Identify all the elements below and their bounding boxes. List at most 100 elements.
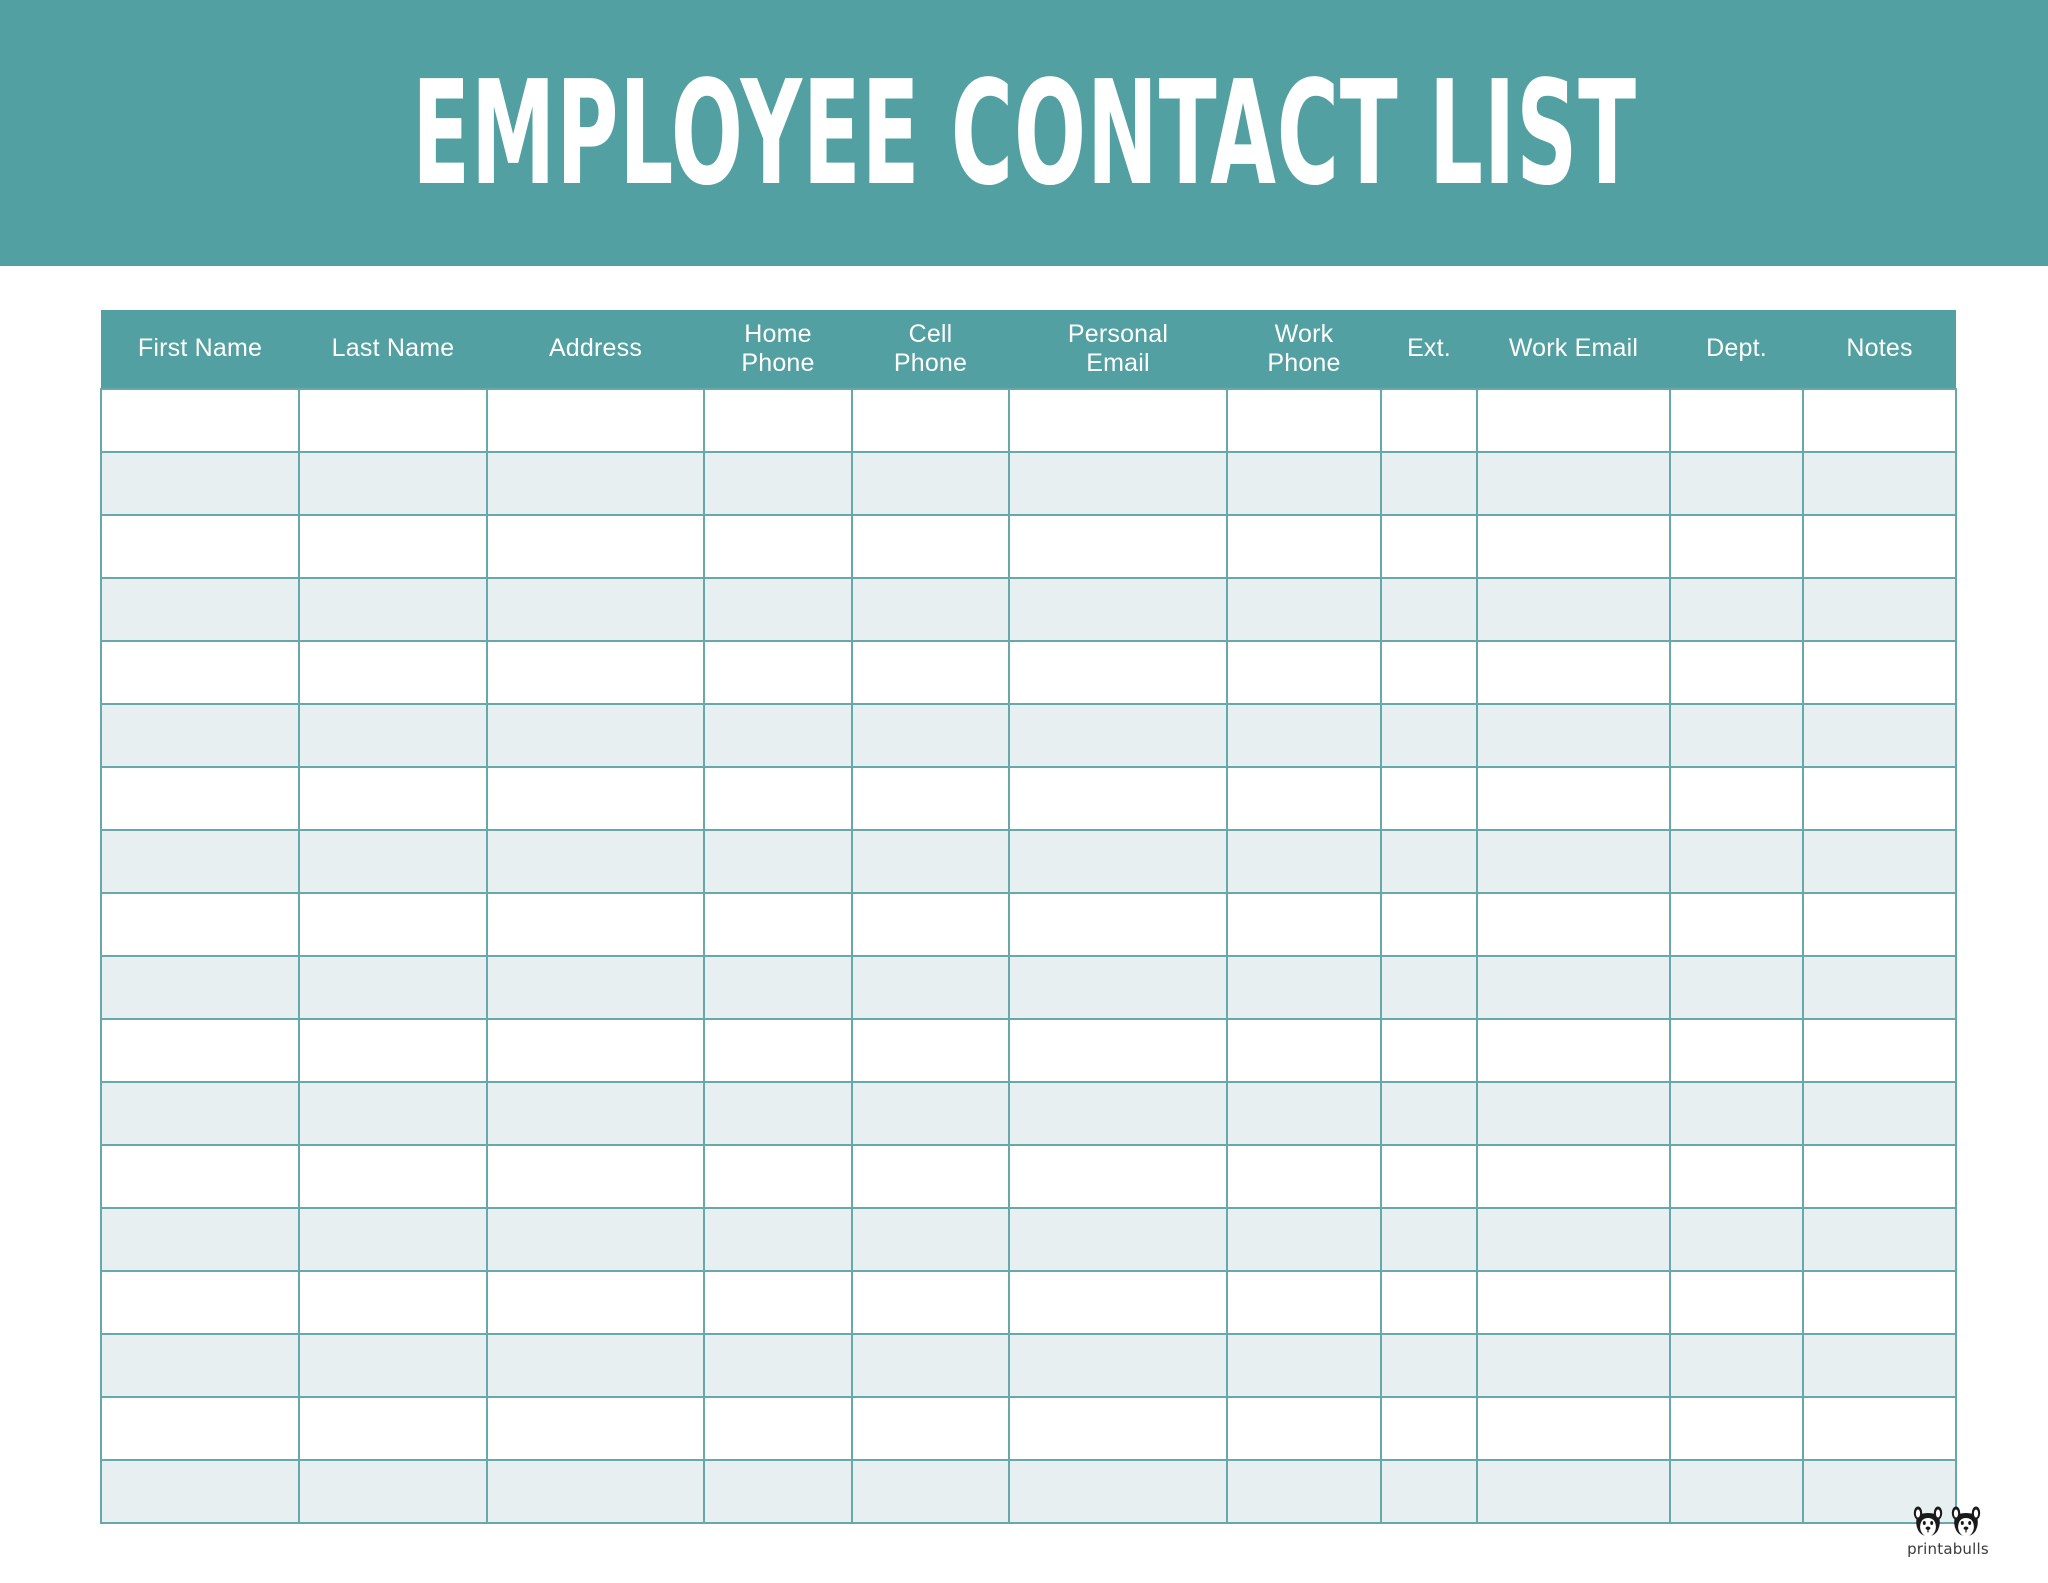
table-cell-ext[interactable] [1380,1207,1478,1272]
table-cell-address[interactable] [486,955,705,1020]
table-cell-first_name[interactable] [100,955,300,1020]
table-cell-notes[interactable] [1802,955,1957,1020]
table-cell-notes[interactable] [1802,892,1957,957]
table-cell-first_name[interactable] [100,1081,300,1146]
table-cell-home_phone[interactable] [703,577,853,642]
table-cell-last_name[interactable] [298,1018,488,1083]
table-cell-dept[interactable] [1669,1081,1804,1146]
table-cell-notes[interactable] [1802,388,1957,453]
table-cell-ext[interactable] [1380,577,1478,642]
table-cell-cell_phone[interactable] [851,514,1010,579]
table-cell-address[interactable] [486,1144,705,1209]
table-cell-work_email[interactable] [1476,640,1671,705]
table-cell-first_name[interactable] [100,451,300,516]
table-cell-cell_phone[interactable] [851,1459,1010,1524]
table-cell-first_name[interactable] [100,1207,300,1272]
table-cell-last_name[interactable] [298,514,488,579]
table-cell-work_email[interactable] [1476,955,1671,1020]
table-cell-personal_email[interactable] [1008,640,1228,705]
table-cell-notes[interactable] [1802,829,1957,894]
table-cell-home_phone[interactable] [703,892,853,957]
table-cell-home_phone[interactable] [703,1018,853,1083]
table-cell-ext[interactable] [1380,640,1478,705]
table-cell-dept[interactable] [1669,1018,1804,1083]
table-cell-cell_phone[interactable] [851,451,1010,516]
table-cell-work_email[interactable] [1476,514,1671,579]
table-cell-address[interactable] [486,892,705,957]
table-cell-cell_phone[interactable] [851,1018,1010,1083]
table-cell-cell_phone[interactable] [851,703,1010,768]
table-cell-dept[interactable] [1669,766,1804,831]
table-cell-ext[interactable] [1380,892,1478,957]
table-cell-first_name[interactable] [100,577,300,642]
table-cell-last_name[interactable] [298,388,488,453]
table-cell-address[interactable] [486,1396,705,1461]
table-cell-notes[interactable] [1802,451,1957,516]
table-cell-dept[interactable] [1669,640,1804,705]
table-cell-last_name[interactable] [298,829,488,894]
table-cell-notes[interactable] [1802,1018,1957,1083]
table-cell-ext[interactable] [1380,766,1478,831]
table-cell-address[interactable] [486,388,705,453]
table-cell-first_name[interactable] [100,892,300,957]
table-cell-address[interactable] [486,1459,705,1524]
table-cell-cell_phone[interactable] [851,1396,1010,1461]
table-cell-cell_phone[interactable] [851,1207,1010,1272]
table-cell-personal_email[interactable] [1008,1333,1228,1398]
table-cell-work_phone[interactable] [1226,766,1382,831]
table-cell-ext[interactable] [1380,1144,1478,1209]
table-cell-ext[interactable] [1380,1018,1478,1083]
table-cell-work_phone[interactable] [1226,640,1382,705]
table-cell-first_name[interactable] [100,703,300,768]
table-cell-address[interactable] [486,577,705,642]
table-cell-last_name[interactable] [298,955,488,1020]
table-cell-cell_phone[interactable] [851,640,1010,705]
table-cell-ext[interactable] [1380,1459,1478,1524]
table-cell-last_name[interactable] [298,1459,488,1524]
table-cell-ext[interactable] [1380,451,1478,516]
table-cell-home_phone[interactable] [703,640,853,705]
table-cell-home_phone[interactable] [703,388,853,453]
table-cell-home_phone[interactable] [703,703,853,768]
table-cell-personal_email[interactable] [1008,955,1228,1020]
table-cell-cell_phone[interactable] [851,766,1010,831]
table-cell-work_email[interactable] [1476,451,1671,516]
table-cell-last_name[interactable] [298,703,488,768]
table-cell-personal_email[interactable] [1008,829,1228,894]
table-cell-address[interactable] [486,766,705,831]
table-cell-work_email[interactable] [1476,1018,1671,1083]
table-cell-home_phone[interactable] [703,1144,853,1209]
table-cell-notes[interactable] [1802,577,1957,642]
table-cell-dept[interactable] [1669,1207,1804,1272]
table-cell-address[interactable] [486,1081,705,1146]
table-cell-notes[interactable] [1802,1396,1957,1461]
table-cell-notes[interactable] [1802,1333,1957,1398]
table-cell-personal_email[interactable] [1008,703,1228,768]
table-cell-last_name[interactable] [298,1207,488,1272]
table-cell-work_email[interactable] [1476,388,1671,453]
table-cell-home_phone[interactable] [703,1081,853,1146]
table-cell-ext[interactable] [1380,388,1478,453]
table-cell-home_phone[interactable] [703,766,853,831]
table-cell-notes[interactable] [1802,703,1957,768]
table-cell-last_name[interactable] [298,1396,488,1461]
table-cell-work_phone[interactable] [1226,1207,1382,1272]
table-cell-home_phone[interactable] [703,1270,853,1335]
table-cell-dept[interactable] [1669,1144,1804,1209]
table-cell-notes[interactable] [1802,1081,1957,1146]
table-cell-first_name[interactable] [100,1018,300,1083]
table-cell-work_email[interactable] [1476,1207,1671,1272]
table-cell-ext[interactable] [1380,1333,1478,1398]
table-cell-work_phone[interactable] [1226,1396,1382,1461]
table-cell-work_phone[interactable] [1226,514,1382,579]
table-cell-work_phone[interactable] [1226,388,1382,453]
table-cell-address[interactable] [486,1270,705,1335]
table-cell-dept[interactable] [1669,829,1804,894]
table-cell-cell_phone[interactable] [851,1333,1010,1398]
table-cell-first_name[interactable] [100,640,300,705]
table-cell-personal_email[interactable] [1008,1081,1228,1146]
table-cell-first_name[interactable] [100,514,300,579]
table-cell-address[interactable] [486,1333,705,1398]
table-cell-dept[interactable] [1669,1270,1804,1335]
table-cell-dept[interactable] [1669,451,1804,516]
